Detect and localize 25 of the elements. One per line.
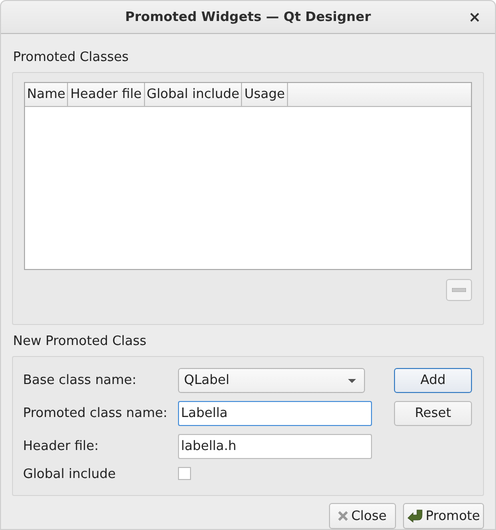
- promote-button[interactable]: Promote: [402, 503, 484, 529]
- close-icon: [338, 511, 348, 521]
- column-header[interactable]: Name: [25, 83, 68, 106]
- close-button[interactable]: ×: [464, 8, 485, 26]
- header-file-field[interactable]: labella.h: [178, 434, 372, 459]
- field-label: Base class name:: [23, 373, 138, 388]
- window-title: Promoted Widgets — Qt Designer: [125, 10, 371, 24]
- field-label: Global include: [23, 466, 117, 482]
- reset-button[interactable]: Reset: [394, 401, 472, 426]
- remove-button[interactable]: [446, 279, 472, 301]
- column-header[interactable]: Usage: [242, 83, 288, 106]
- field-label: Header file:: [23, 439, 100, 454]
- column-header[interactable]: Global include: [144, 83, 242, 106]
- minus-icon: [452, 288, 466, 292]
- dropdown-arrow-icon: [348, 378, 356, 382]
- group-title: New Promoted Class: [13, 333, 146, 350]
- global-include-checkbox[interactable]: [178, 467, 191, 480]
- close-button[interactable]: Close: [329, 503, 396, 529]
- arrow-icon: [406, 509, 423, 523]
- promoted-class-field[interactable]: Labella: [178, 401, 372, 426]
- base-class-dropdown[interactable]: QLabel: [178, 368, 365, 393]
- group-title: Promoted Classes: [13, 49, 129, 66]
- field-label: Promoted class name:: [23, 406, 168, 421]
- column-header[interactable]: Header file: [68, 83, 145, 106]
- add-button[interactable]: Add: [394, 368, 472, 393]
